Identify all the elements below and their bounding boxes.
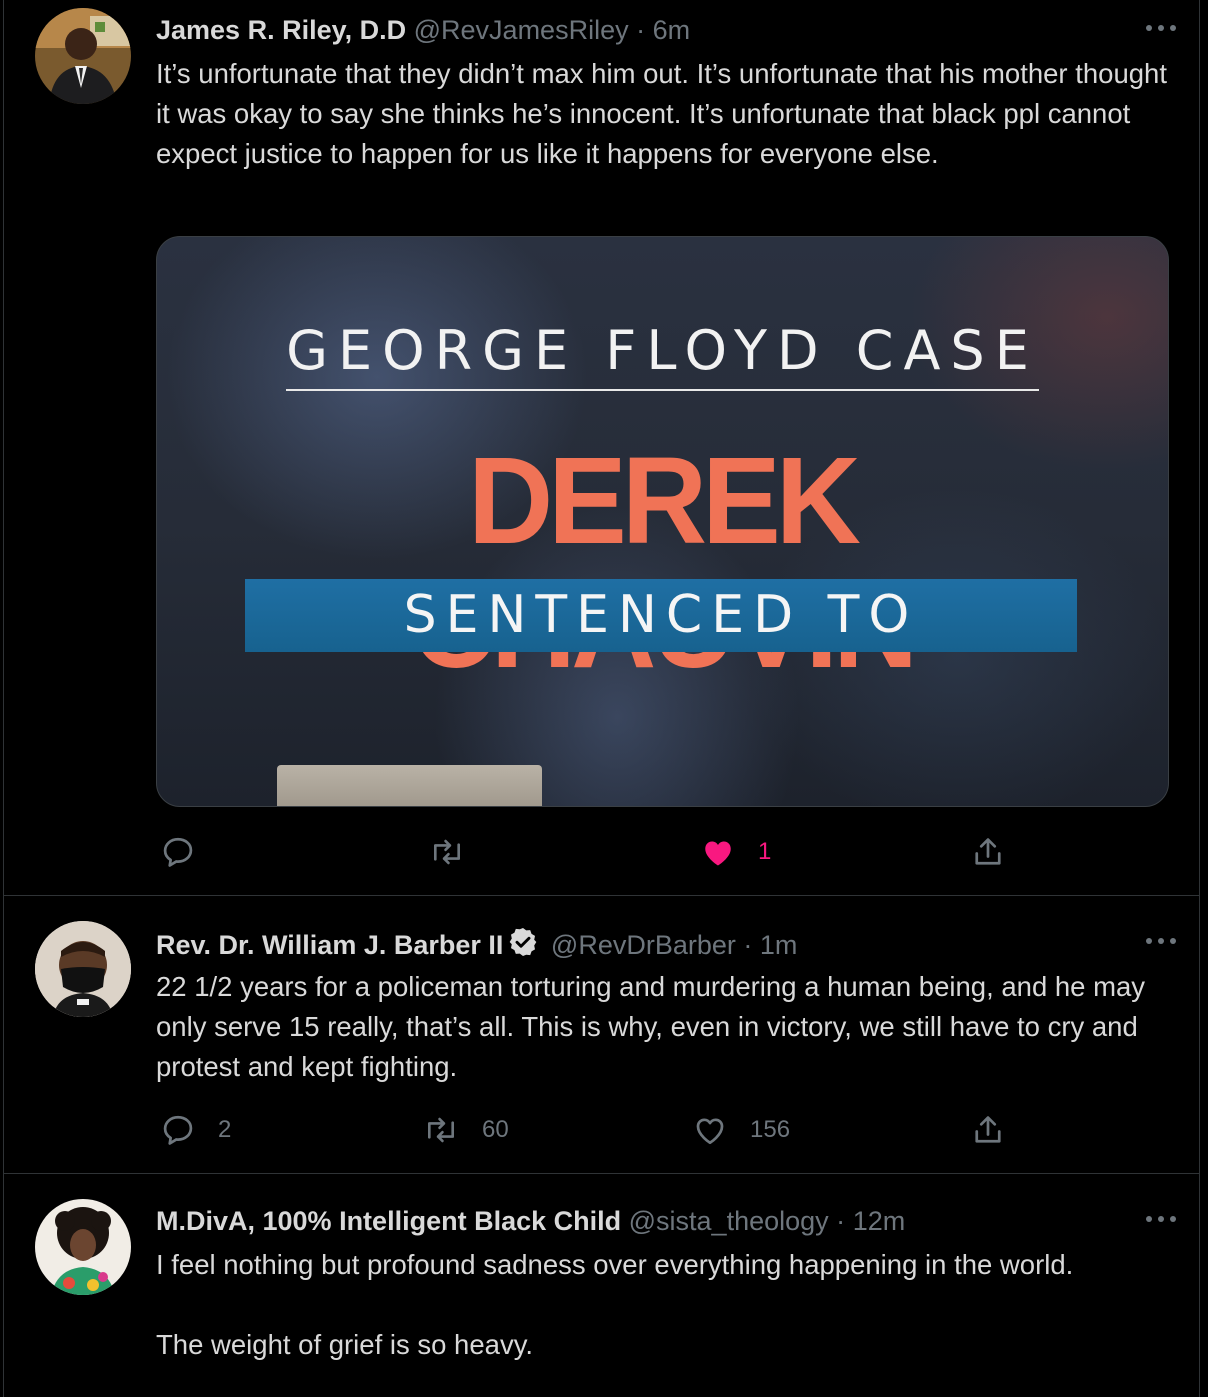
separator-dot: · <box>636 15 646 45</box>
reply-icon <box>163 1115 193 1145</box>
like-count: 156 <box>750 1116 791 1143</box>
timeline: James R. Riley, D.D @RevJamesRiley · 6m … <box>3 0 1200 1397</box>
tweet-header: James R. Riley, D.D @RevJamesRiley · 6m <box>156 13 1119 47</box>
separator-dot: · <box>836 1206 846 1236</box>
retweet-icon <box>427 1117 455 1143</box>
avatar-riley[interactable] <box>35 8 131 104</box>
author-name[interactable]: James R. Riley, D.D <box>156 15 406 45</box>
separator-dot: · <box>743 930 753 960</box>
media-banner: SENTENCED TO <box>245 579 1077 652</box>
reply-count: 2 <box>218 1116 232 1143</box>
more-icon[interactable] <box>1143 931 1179 951</box>
media-photo-fragment <box>277 765 542 806</box>
tweet-time[interactable]: 1m <box>760 930 798 960</box>
media-image[interactable]: GEORGE FLOYD CASE DEREK CHAUVIN SENTENCE… <box>156 236 1169 807</box>
author-name[interactable]: M.DivA, 100% Intelligent Black Child <box>156 1206 621 1236</box>
avatar-mdiva[interactable] <box>35 1199 131 1295</box>
reply-icon <box>163 837 193 867</box>
tweet-actions: 2 60 156 <box>156 1110 1036 1150</box>
like-icon <box>696 1118 724 1145</box>
more-icon[interactable] <box>1143 18 1179 38</box>
tweet-barber[interactable]: Rev. Dr. William J. Barber II @RevDrBarb… <box>4 896 1199 1174</box>
author-handle[interactable]: @RevJamesRiley <box>414 15 629 45</box>
tweet-riley[interactable]: James R. Riley, D.D @RevJamesRiley · 6m … <box>4 0 1199 896</box>
share-button[interactable] <box>970 1110 1006 1150</box>
reply-button[interactable] <box>160 832 218 872</box>
like-icon <box>705 841 731 866</box>
like-button[interactable]: 1 <box>700 832 771 872</box>
like-button[interactable]: 156 <box>692 1110 790 1150</box>
tweet-text: 22 1/2 years for a policeman torturing a… <box>156 971 1153 1082</box>
retweet-button[interactable]: 60 <box>422 1110 509 1150</box>
tweet-time[interactable]: 12m <box>853 1206 906 1236</box>
verified-badge-icon <box>507 926 539 960</box>
retweet-button[interactable] <box>428 832 488 872</box>
tweet-mdiva[interactable]: M.DivA, 100% Intelligent Black Child @si… <box>4 1174 1199 1397</box>
tweet-text: It’s unfortunate that they didn’t max hi… <box>156 58 1175 169</box>
reply-button[interactable]: 2 <box>160 1110 231 1150</box>
author-handle[interactable]: @RevDrBarber <box>551 930 736 960</box>
tweet-header: M.DivA, 100% Intelligent Black Child @si… <box>156 1204 1119 1238</box>
retweet-count: 60 <box>482 1116 509 1143</box>
tweet-actions: 1 <box>156 832 1036 872</box>
more-icon[interactable] <box>1143 1209 1179 1229</box>
share-button[interactable] <box>970 832 1006 872</box>
tweet-header: Rev. Dr. William J. Barber II @RevDrBarb… <box>156 926 1119 960</box>
retweet-icon <box>433 839 461 865</box>
tweet-time[interactable]: 6m <box>653 15 691 45</box>
author-handle[interactable]: @sista_theology <box>629 1206 829 1236</box>
like-count: 1 <box>758 838 772 865</box>
author-name[interactable]: Rev. Dr. William J. Barber II <box>156 930 503 960</box>
avatar-barber[interactable] <box>35 921 131 1017</box>
tweet-text: I feel nothing but profound sadness over… <box>156 1249 1074 1360</box>
media-kicker: GEORGE FLOYD CASE <box>157 319 1168 391</box>
share-icon <box>975 838 1001 865</box>
share-icon <box>975 1116 1001 1143</box>
